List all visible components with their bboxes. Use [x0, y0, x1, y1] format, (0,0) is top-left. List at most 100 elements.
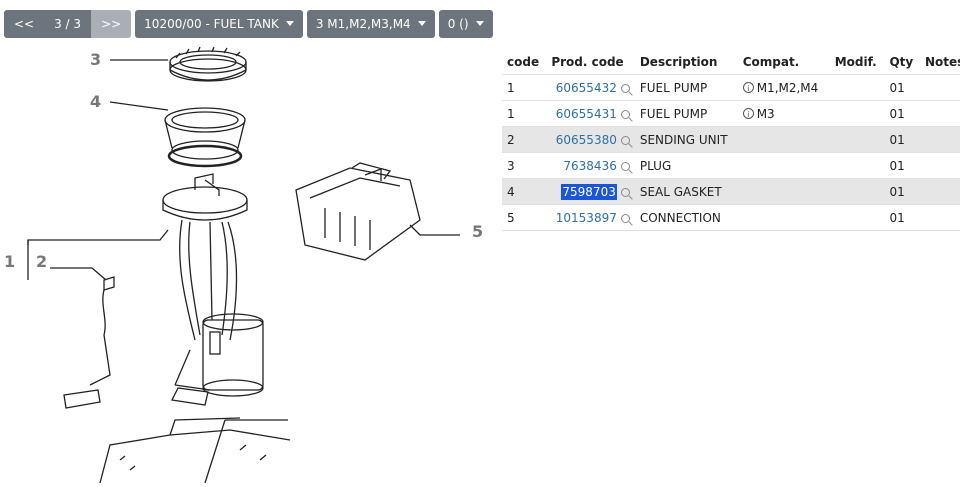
cell-code: 5: [502, 204, 547, 231]
parts-table-container: code Prod. code Description Compat. Modi…: [502, 50, 960, 231]
leader-line-5: [409, 224, 460, 236]
cell-code: 4: [502, 178, 547, 205]
info-icon[interactable]: i: [742, 81, 754, 93]
filter-dropdown[interactable]: 0 (): [438, 10, 493, 38]
cell-description: FUEL PUMP: [634, 100, 738, 127]
cell-prod-code: 7638436: [546, 152, 635, 179]
caret-down-icon: [475, 20, 484, 26]
prod-code-link[interactable]: 7638436: [563, 159, 616, 173]
cell-prod-code: 60655432: [546, 74, 635, 101]
cell-description: FUEL PUMP: [634, 74, 738, 101]
cell-description: CONNECTION: [634, 204, 738, 231]
cell-code: 2: [502, 126, 547, 153]
cell-qty: 01: [884, 126, 921, 153]
parts-drawing: [27, 46, 460, 484]
cell-qty: 01: [884, 152, 921, 179]
cell-compat: [737, 204, 830, 231]
caret-down-icon: [417, 20, 426, 26]
compat-value: M3: [756, 106, 775, 121]
cell-compat: i M1,M2,M4: [737, 74, 830, 101]
prod-code-link-selected[interactable]: 7598703: [561, 183, 617, 200]
cell-qty: 01: [884, 100, 921, 127]
callout-5: 5: [472, 222, 484, 241]
cell-prod-code: 10153897: [546, 204, 635, 231]
cell-modif: [829, 126, 885, 153]
cell-modif: [829, 74, 885, 101]
prev-page-button[interactable]: <<: [4, 10, 45, 38]
cell-notes: [920, 204, 960, 231]
variant-dropdown-label: 3 M1,M2,M3,M4: [315, 17, 411, 31]
toolbar: << 3 / 3 >> 10200/00 - FUEL TANK 3 M1,M2…: [4, 10, 493, 38]
cell-compat: [737, 126, 830, 153]
callout-1: 1: [4, 252, 16, 271]
prod-code-link[interactable]: 60655380: [556, 133, 617, 147]
info-icon[interactable]: i: [742, 107, 754, 119]
cell-compat: [737, 152, 830, 179]
cell-description: SENDING UNIT: [634, 126, 738, 153]
cell-prod-code: 60655431: [546, 100, 635, 127]
connector-part: [295, 162, 421, 261]
fuel-tank-part: [99, 417, 291, 484]
pager: << 3 / 3 >>: [4, 10, 132, 38]
cell-qty: 01: [884, 204, 921, 231]
cell-compat: [737, 178, 830, 205]
table-row[interactable]: 4 7598703 SEAL GASKET 01: [502, 178, 960, 205]
cell-modif: [829, 204, 885, 231]
search-icon[interactable]: [620, 135, 630, 145]
next-page-button[interactable]: >>: [91, 10, 132, 38]
cell-notes: [920, 100, 960, 127]
col-header-code: code: [507, 55, 540, 69]
cell-notes: [920, 74, 960, 101]
callout-2: 2: [36, 252, 48, 271]
cell-code: 1: [502, 100, 547, 127]
group-dropdown[interactable]: 10200/00 - FUEL TANK: [135, 10, 303, 38]
cell-description: SEAL GASKET: [634, 178, 738, 205]
search-icon[interactable]: [620, 109, 630, 119]
cell-description: PLUG: [634, 152, 738, 179]
filter-dropdown-label: 0 (): [447, 17, 469, 31]
search-icon[interactable]: [620, 161, 630, 171]
callout-3: 3: [90, 50, 102, 69]
cell-qty: 01: [884, 74, 921, 101]
parts-table: code Prod. code Description Compat. Modi…: [502, 50, 960, 231]
col-header-compat: Compat.: [742, 55, 800, 69]
fuel-pump-part: [162, 173, 264, 406]
page-indicator: 3 / 3: [44, 10, 92, 38]
leader-line-1: [27, 229, 169, 245]
table-header-row: code Prod. code Description Compat. Modi…: [502, 50, 960, 75]
col-header-notes: Notes: [925, 55, 960, 69]
col-header-modif: Modif.: [834, 55, 877, 69]
cell-compat: i M3: [737, 100, 830, 127]
leader-line-4: [109, 101, 169, 111]
cell-notes: [920, 126, 960, 153]
prod-code-link[interactable]: 10153897: [556, 211, 617, 225]
table-row[interactable]: 5 10153897 CONNECTION 01: [502, 204, 960, 231]
search-icon[interactable]: [620, 187, 630, 197]
col-header-prod-code: Prod. code: [551, 55, 624, 69]
table-row[interactable]: 2 60655380 SENDING UNIT 01: [502, 126, 960, 153]
cell-code: 3: [502, 152, 547, 179]
prod-code-link[interactable]: 60655432: [556, 81, 617, 95]
cell-prod-code: 60655380: [546, 126, 635, 153]
table-row[interactable]: 1 60655432 FUEL PUMP i M1,M2,M4 01: [502, 74, 960, 101]
leader-line-2: [50, 267, 107, 281]
table-row[interactable]: 3 7638436 PLUG 01: [502, 152, 960, 179]
col-header-description: Description: [639, 55, 718, 69]
exploded-parts-diagram: 3 4 1 2 5: [0, 40, 500, 484]
table-row[interactable]: 1 60655431 FUEL PUMP i M3 01: [502, 100, 960, 127]
prod-code-link[interactable]: 60655431: [556, 107, 617, 121]
caret-down-icon: [285, 20, 294, 26]
group-dropdown-label: 10200/00 - FUEL TANK: [144, 17, 279, 31]
callout-4: 4: [90, 92, 102, 111]
cell-modif: [829, 178, 885, 205]
search-icon[interactable]: [620, 83, 630, 93]
cell-notes: [920, 152, 960, 179]
search-icon[interactable]: [620, 213, 630, 223]
cell-modif: [829, 100, 885, 127]
cell-qty: 01: [884, 178, 921, 205]
seal-ring-part: [164, 107, 246, 168]
variant-dropdown[interactable]: 3 M1,M2,M3,M4: [306, 10, 435, 38]
compat-value: M1,M2,M4: [756, 80, 819, 95]
cell-notes: [920, 178, 960, 205]
col-header-qty: Qty: [889, 55, 914, 69]
